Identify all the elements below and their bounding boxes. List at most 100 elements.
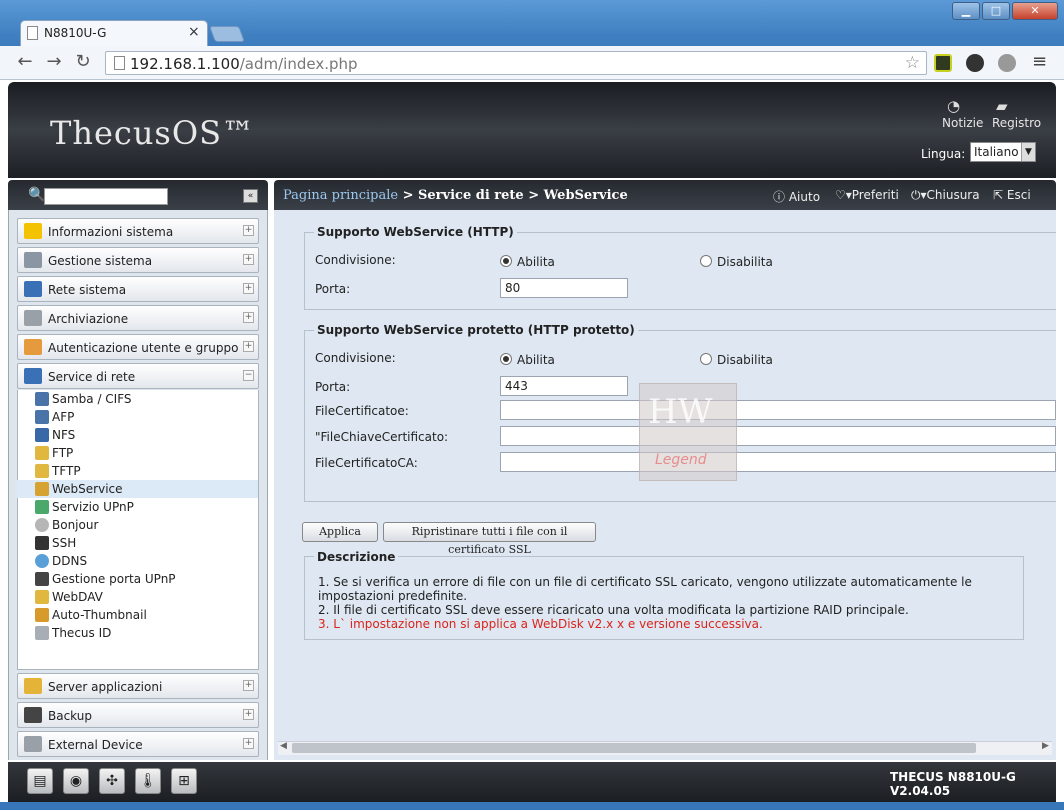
expand-icon[interactable]: + — [243, 738, 254, 749]
sidebar-item-tftp[interactable]: TFTP — [17, 462, 258, 480]
sidebar-group-server[interactable]: Server applicazioni + — [17, 673, 259, 699]
reload-button[interactable]: ↻ — [72, 51, 94, 72]
favorites-button[interactable]: ♡▾Preferiti — [835, 188, 899, 202]
forward-button[interactable]: → — [43, 51, 65, 72]
http-porta-input[interactable]: 80 — [500, 278, 628, 298]
help-button[interactable]: ⓘ Aiuto — [773, 188, 820, 205]
sidebar-item-samba[interactable]: Samba / CIFS — [17, 390, 258, 408]
rss-icon[interactable]: ◔ — [947, 97, 960, 115]
sidebar-item-webdav[interactable]: WebDAV — [17, 588, 258, 606]
http-abilita-label[interactable]: Abilita — [517, 255, 555, 269]
help-icon: ⓘ — [773, 190, 786, 204]
collapse-icon[interactable]: − — [243, 370, 254, 381]
sidebar-group-external[interactable]: External Device + — [17, 731, 259, 757]
disk-status-icon[interactable]: ◉ — [63, 768, 89, 794]
ssh-icon — [35, 536, 49, 550]
expand-icon[interactable]: + — [243, 312, 254, 323]
sidebar-item-thumbnail[interactable]: Auto-Thumbnail — [17, 606, 258, 624]
https-abilita-radio[interactable] — [500, 353, 512, 365]
shutdown-button[interactable]: ⏻▾Chiusura — [911, 188, 980, 203]
sidebar-item-thecus-id[interactable]: Thecus ID — [17, 624, 258, 642]
back-button[interactable]: ← — [14, 51, 36, 72]
apply-button[interactable]: Applica — [302, 522, 378, 542]
http-disabilita-radio[interactable] — [700, 255, 712, 267]
cert-file-label: FileCertificatoe: — [315, 404, 409, 418]
sidebar-group-autenticazione[interactable]: Autenticazione utente e gruppo + — [17, 334, 259, 360]
scroll-left-icon[interactable]: ◀ — [280, 741, 287, 751]
http-fieldset — [304, 232, 1056, 310]
http-disabilita-label[interactable]: Disabilita — [717, 255, 773, 269]
sidebar-group-gestione[interactable]: Gestione sistema + — [17, 247, 259, 273]
https-disabilita-radio[interactable] — [700, 353, 712, 365]
thecus-id-icon — [35, 626, 49, 640]
sidebar-group-informazioni[interactable]: Informazioni sistema + — [17, 218, 259, 244]
scroll-right-icon[interactable]: ▶ — [1042, 741, 1049, 751]
network-icon — [24, 281, 42, 297]
https-porta-label: Porta: — [315, 380, 351, 394]
sidebar-group-archiviazione[interactable]: Archiviazione + — [17, 305, 259, 331]
http-abilita-radio[interactable] — [500, 255, 512, 267]
logout-button[interactable]: ⇱ Esci — [993, 188, 1031, 202]
thecus-logo: ThecusOS™ — [50, 114, 255, 152]
collapse-sidebar-button[interactable]: « — [243, 189, 258, 203]
expand-icon[interactable]: + — [243, 225, 254, 236]
notizie-link[interactable]: Notizie — [942, 116, 983, 130]
expand-icon[interactable]: + — [243, 680, 254, 691]
sidebar-item-ddns[interactable]: DDNS — [17, 552, 258, 570]
extension-power-icon[interactable] — [966, 54, 984, 72]
heart-icon: ♡▾ — [835, 188, 852, 202]
language-select[interactable]: Italiano ▼ — [970, 142, 1036, 162]
search-input[interactable] — [44, 188, 168, 205]
sidebar-item-ssh[interactable]: SSH — [17, 534, 258, 552]
sidebar-item-upnp[interactable]: Servizio UPnP — [17, 498, 258, 516]
extension-check-icon[interactable] — [934, 54, 952, 72]
https-porta-input[interactable]: 443 — [500, 376, 628, 396]
close-tab-icon[interactable]: × — [188, 24, 200, 40]
restore-ssl-button[interactable]: Ripristinare tutti i file con il certifi… — [383, 522, 596, 556]
registro-link[interactable]: Registro — [992, 116, 1041, 130]
app-server-icon — [24, 678, 42, 694]
document-icon — [27, 26, 38, 40]
http-condivisione-label: Condivisione: — [315, 253, 396, 267]
https-disabilita-label[interactable]: Disabilita — [717, 353, 773, 367]
speech-bubble-icon[interactable]: ▰ — [996, 97, 1008, 115]
page-icon — [114, 56, 125, 70]
browser-menu-icon[interactable]: ≡ — [1032, 51, 1047, 72]
network-status-icon[interactable]: ⊞ — [171, 768, 197, 794]
group-label: Service di rete — [48, 370, 136, 384]
key-file-input[interactable] — [500, 426, 1056, 446]
minimize-button[interactable]: ▁ — [952, 2, 980, 20]
sidebar-item-afp[interactable]: AFP — [17, 408, 258, 426]
bookmark-star-icon[interactable]: ☆ — [905, 53, 920, 73]
expand-icon[interactable]: + — [243, 283, 254, 294]
temperature-icon[interactable]: 🌡 — [135, 768, 161, 794]
sidebar-item-nfs[interactable]: NFS — [17, 426, 258, 444]
close-window-button[interactable]: ✕ — [1012, 2, 1058, 20]
maximize-button[interactable]: □ — [982, 2, 1010, 20]
expand-icon[interactable]: + — [243, 254, 254, 265]
sidebar-group-backup[interactable]: Backup + — [17, 702, 259, 728]
sidebar-item-ftp[interactable]: FTP — [17, 444, 258, 462]
ca-file-input[interactable] — [500, 452, 1056, 472]
sidebar-item-upnp-port[interactable]: Gestione porta UPnP — [17, 570, 258, 588]
sidebar-item-bonjour[interactable]: Bonjour — [17, 516, 258, 534]
sidebar-item-webservice[interactable]: WebService — [17, 480, 258, 498]
sidebar-group-rete[interactable]: Rete sistema + — [17, 276, 259, 302]
https-abilita-label[interactable]: Abilita — [517, 353, 555, 367]
address-bar[interactable]: 192.168.1.100/adm/index.php ☆ — [105, 51, 927, 75]
expand-icon[interactable]: + — [243, 341, 254, 352]
server-status-icon[interactable]: ▤ — [27, 768, 53, 794]
expand-icon[interactable]: + — [243, 709, 254, 720]
extension-pocket-icon[interactable] — [998, 54, 1016, 72]
power-icon: ⏻▾ — [911, 188, 927, 202]
ftp-icon — [35, 446, 49, 460]
fan-status-icon[interactable]: ✣ — [99, 768, 125, 794]
breadcrumb-home[interactable]: Pagina principale — [283, 188, 398, 203]
cert-file-input[interactable] — [500, 400, 1056, 420]
scrollbar-thumb[interactable] — [292, 743, 976, 753]
firmware-version: THECUS N8810U-G V2.04.05 — [890, 770, 1016, 798]
bonjour-icon — [35, 518, 49, 532]
chevron-down-icon: ▼ — [1021, 143, 1035, 161]
sidebar-group-service-di-rete[interactable]: Service di rete − — [17, 363, 259, 389]
new-tab-button[interactable] — [209, 26, 245, 42]
